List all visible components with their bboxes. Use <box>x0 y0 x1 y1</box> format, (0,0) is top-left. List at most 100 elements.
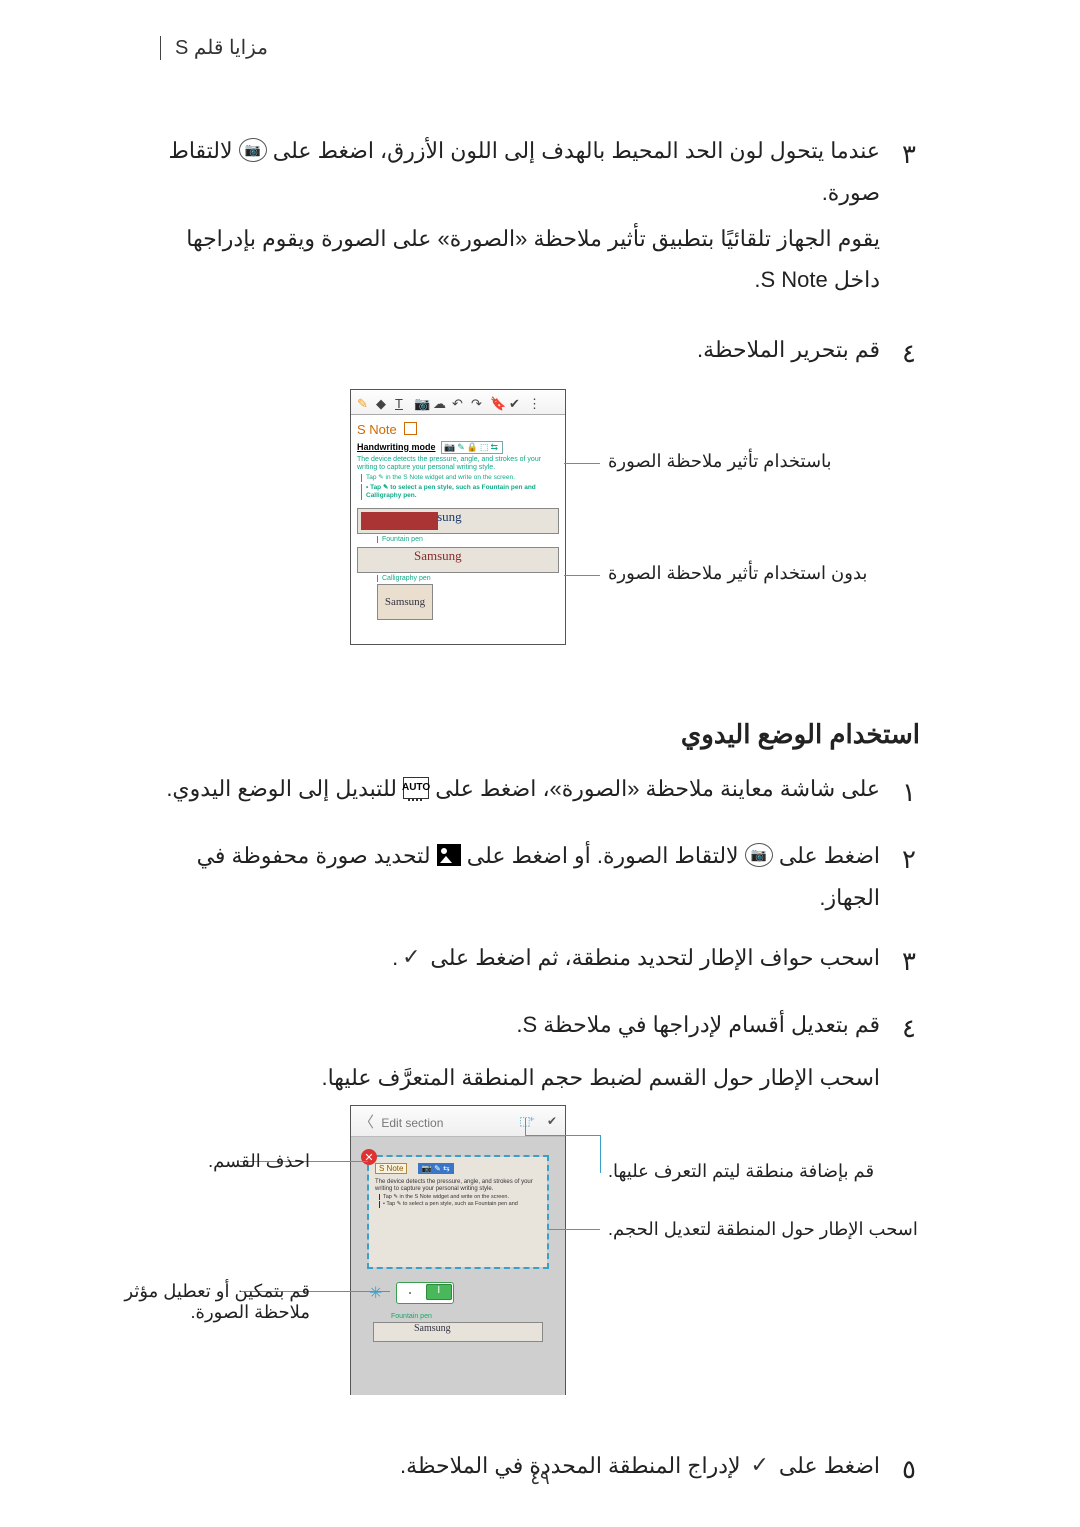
sample-photo-script: Samsung <box>385 596 425 608</box>
handwriting-mode-row: Handwriting mode 📷✎🔒⬚⇆ <box>357 441 559 454</box>
manual-step-4: ٤ قم بتعديل أقسام لإدراجها في ملاحظة S. <box>160 1004 920 1053</box>
effect-toggle: I <box>396 1282 454 1304</box>
selection-mini-2b: • Tap ✎ to select a pen style, such as F… <box>379 1201 541 1207</box>
undo-icon: ↶ <box>452 396 464 408</box>
back-chevron-icon: 〈 <box>359 1114 374 1131</box>
step-3-paragraph: يقوم الجهاز تلقائيًا بتطبيق تأثير ملاحظة… <box>160 218 880 302</box>
diamond-icon: ◆ <box>376 396 388 408</box>
below-sample-box: Samsung <box>373 1322 543 1342</box>
manual-step-2-number: ٢ <box>898 835 920 919</box>
confirm-check-icon: ✔ <box>547 1114 557 1128</box>
snote-title-text: S Note <box>357 422 397 437</box>
selection-box: ✕ S Note 📷 ✎ ⇆ The device detects the pr… <box>369 1157 547 1267</box>
sample-photo-box: Samsung <box>377 584 433 620</box>
manual-step-1-body: على شاشة معاينة ملاحظة «الصورة»، اضغط عل… <box>160 768 880 817</box>
caption-fountain: Fountain pen <box>377 536 423 543</box>
handwriting-mode-icons: 📷✎🔒⬚⇆ <box>441 441 503 454</box>
below-sample-script: Samsung <box>374 1323 451 1334</box>
f2-lead-add-v2 <box>600 1135 601 1173</box>
manual-step-2-body: اضغط على 📷 لالتقاط الصورة. أو اضغط على ل… <box>160 835 880 919</box>
handwriting-bullet-2: • Tap ✎ to select a pen style, such as F… <box>361 484 559 500</box>
below-label-fp: Fountain pen <box>391 1313 543 1320</box>
attach-icon: 🔖 <box>490 396 502 408</box>
auto-icon-label: AUTO <box>402 778 430 797</box>
auto-icon: AUTO <box>403 777 429 799</box>
figure-1: ✎ ◆ T 📷 ☁ ↶ ↷ 🔖 ✔ ⋮ S Note Handwriting m… <box>160 389 920 659</box>
text-tool-icon: T <box>395 396 407 408</box>
manual-step-4-para: اسحب الإطار حول القسم لضبط حجم المنطقة ا… <box>160 1057 880 1099</box>
callout-toggle: قم بتمكين أو تعطيل مؤثر ملاحظة الصورة. <box>120 1281 310 1323</box>
manual-step-3: ٣ اسحب حواف الإطار لتحديد منطقة، ثم اضغط… <box>160 937 920 986</box>
toggle-knob-label: I <box>437 1285 440 1296</box>
page-header: مزايا قلم S <box>160 36 268 60</box>
m1-text-a: على شاشة معاينة ملاحظة «الصورة»، اضغط عل… <box>435 776 880 801</box>
callout-delete: احذف القسم. <box>208 1151 310 1172</box>
m2-text-b: لالتقاط الصورة. أو اضغط على <box>467 843 739 868</box>
edit-section-left: 〈 Edit section <box>359 1111 443 1132</box>
section-manual-mode: استخدام الوضع اليدوي <box>160 719 920 750</box>
below-preview: Fountain pen Samsung <box>373 1313 543 1342</box>
f2-lead-resize <box>548 1229 600 1230</box>
snote-title-icon <box>404 422 417 435</box>
handwriting-bullet-1: Tap ✎ in the S Note widget and write on … <box>361 474 559 482</box>
step-3: ٣ عندما يتحول لون الحد المحيط بالهدف إلى… <box>160 130 920 214</box>
manual-step-1: ١ على شاشة معاينة ملاحظة «الصورة»، اضغط … <box>160 768 920 817</box>
snote-toolbar: ✎ ◆ T 📷 ☁ ↶ ↷ 🔖 ✔ ⋮ <box>351 390 565 415</box>
edit-section-body: ✕ S Note 📷 ✎ ⇆ The device detects the pr… <box>351 1137 565 1395</box>
sparkle-icon: ✳ <box>369 1283 382 1303</box>
selection-mini-1: The device detects the pressure, angle, … <box>375 1179 541 1193</box>
manual-step-3-number: ٣ <box>898 937 920 986</box>
selection-chip-icons: 📷 ✎ ⇆ <box>418 1163 454 1174</box>
callout-without-effect: بدون استخدام تأثير ملاحظة الصورة <box>608 563 867 584</box>
sample-fountain-script: Samsung <box>358 509 558 525</box>
manual-step-4-number: ٤ <box>898 1004 920 1053</box>
phone-mock-1: ✎ ◆ T 📷 ☁ ↶ ↷ 🔖 ✔ ⋮ S Note Handwriting m… <box>350 389 566 645</box>
cloud-icon: ☁ <box>433 396 445 408</box>
m2-text-a: اضغط على <box>779 843 880 868</box>
step-4-body: قم بتحرير الملاحظة. <box>160 329 880 378</box>
manual-step-3-body: اسحب حواف الإطار لتحديد منطقة، ثم اضغط ع… <box>160 937 880 986</box>
leader-1 <box>564 463 600 464</box>
sample-calligraphy: Samsung <box>357 547 559 573</box>
f2-lead-add <box>525 1135 600 1136</box>
step-3-number: ٣ <box>898 130 920 214</box>
toggle-track-mark <box>409 1292 411 1294</box>
callout-add-region: قم بإضافة منطقة ليتم التعرف عليها. <box>608 1161 874 1182</box>
callout-resize: اسحب الإطار حول المنطقة لتعديل الحجم. <box>608 1219 918 1240</box>
check-icon: ✔ <box>509 396 521 408</box>
step-3-body: عندما يتحول لون الحد المحيط بالهدف إلى ا… <box>160 130 880 214</box>
caption-calligraphy: Calligraphy pen <box>377 575 431 582</box>
snote-title: S Note <box>351 415 565 439</box>
more-icon: ⋮ <box>528 396 540 408</box>
page: مزايا قلم S ٣ عندما يتحول لون الحد المحي… <box>0 0 1080 1527</box>
manual-step-2: ٢ اضغط على 📷 لالتقاط الصورة. أو اضغط على… <box>160 835 920 919</box>
step-4: ٤ قم بتحرير الملاحظة. <box>160 329 920 378</box>
m1-text-b: للتبديل إلى الوضع اليدوي. <box>166 776 397 801</box>
handwriting-desc: The device detects the pressure, angle, … <box>357 456 559 473</box>
pen-icon: ✎ <box>357 396 369 408</box>
edit-section-bar: 〈 Edit section ⬚⁺ ✔ <box>351 1106 565 1137</box>
step-3-text-a: عندما يتحول لون الحد المحيط بالهدف إلى ا… <box>273 138 880 163</box>
manual-step-1-number: ١ <box>898 768 920 817</box>
step-4-number: ٤ <box>898 329 920 378</box>
phone-mock-2: 〈 Edit section ⬚⁺ ✔ ✕ S Note 📷 ✎ ⇆ The d… <box>350 1105 566 1395</box>
redo-icon: ↷ <box>471 396 483 408</box>
add-region-icon: ⬚⁺ <box>519 1114 533 1128</box>
f2-lead-add-v <box>525 1118 526 1135</box>
check-icon-1: ✓ <box>398 947 424 967</box>
selection-mini-2a: Tap ✎ in the S Note widget and write on … <box>379 1194 541 1200</box>
page-number: ٤٩ <box>0 1468 1080 1489</box>
leader-2 <box>564 575 600 576</box>
figure-2: 〈 Edit section ⬚⁺ ✔ ✕ S Note 📷 ✎ ⇆ The d… <box>160 1105 920 1415</box>
camera-icon: 📷 <box>239 138 267 162</box>
handwriting-mode-label: Handwriting mode <box>357 442 436 452</box>
phone-body: Samsung Fountain pen Samsung Calligraphy… <box>351 500 565 624</box>
sample-fountain: Samsung <box>357 508 559 534</box>
camera-tool-icon: 📷 <box>414 396 426 408</box>
toggle-row: ✳ I <box>369 1279 547 1307</box>
m3-text-a: اسحب حواف الإطار لتحديد منطقة، ثم اضغط ع… <box>430 945 880 970</box>
gallery-icon <box>437 844 461 866</box>
edit-section-title: Edit section <box>381 1116 443 1130</box>
camera-icon-2: 📷 <box>745 843 773 867</box>
sample-calligraphy-script: Samsung <box>358 548 558 564</box>
